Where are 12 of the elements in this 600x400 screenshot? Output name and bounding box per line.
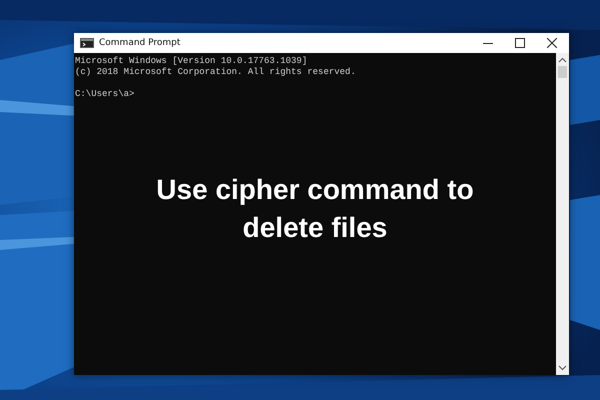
scroll-down-icon[interactable] [558,364,567,372]
scrollbar-thumb[interactable] [558,66,567,78]
maximize-icon[interactable] [515,38,525,48]
window-title: Command Prompt [99,38,182,48]
close-icon[interactable] [547,38,557,48]
console-output: Microsoft Windows [Version 10.0.17763.1039] [75,56,308,67]
command-prompt: C:\Users\a> [75,89,134,100]
console-output: (c) 2018 Microsoft Corporation. All rights reserved. [75,67,356,78]
console-icon [80,38,94,48]
scrollbar[interactable] [556,53,569,375]
scroll-up-icon[interactable] [558,56,567,64]
caption: Use cipher command to delete files [155,173,475,245]
